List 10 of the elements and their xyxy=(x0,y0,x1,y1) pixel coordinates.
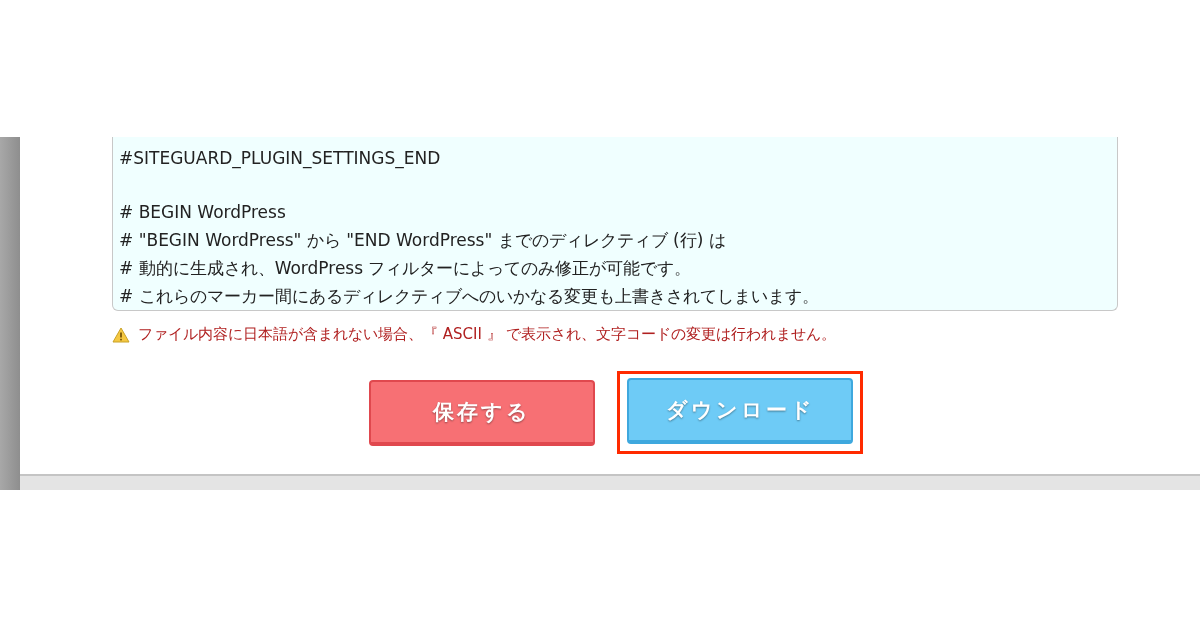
save-button[interactable]: 保存する xyxy=(369,380,595,446)
warning-icon xyxy=(112,326,130,343)
code-line: # これらのマーカー間にあるディレクティブへのいかなる変更も上書きされてしまいます。 xyxy=(119,285,820,308)
code-line: # "BEGIN WordPress" から "END WordPress" までのディレクティブ (行) は xyxy=(119,229,727,252)
code-editor[interactable]: #SITEGUARD_PLUGIN_SETTINGS_END # BEGIN WordPress # "BEGIN WordPress" から "END WordPress" までのディレクティブ (行) は # 動的に生成され、WordPress フィルターによってのみ修正が可能です。 # これらのマーカー間にあるディレクティブへのいかなる変更も上書きされてしまいます。 xyxy=(112,137,1118,311)
code-line: # BEGIN WordPress xyxy=(119,201,287,224)
download-button[interactable]: ダウンロード xyxy=(627,378,853,444)
code-line: # 動的に生成され、WordPress フィルターによってのみ修正が可能です。 xyxy=(119,257,693,280)
warning-message: ファイル内容に日本語が含まれない場合、『 ASCII 』 で表示され、文字コードの変更は行われません。 xyxy=(138,325,837,344)
code-line: #SITEGUARD_PLUGIN_SETTINGS_END xyxy=(119,147,442,171)
